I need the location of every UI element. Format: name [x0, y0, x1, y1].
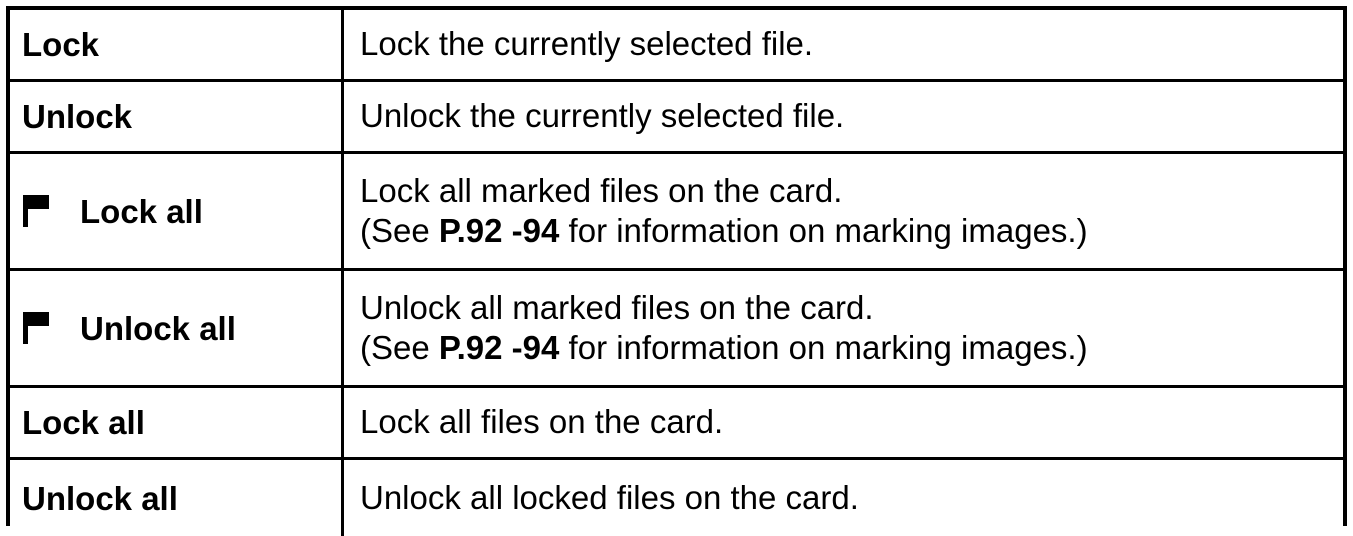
reference-suffix: for information on marking images.): [559, 329, 1088, 366]
table-row-unlock: Unlock Unlock the currently selected fil…: [10, 82, 1343, 154]
description-line: Lock all files on the card.: [360, 403, 724, 441]
option-label-text: Unlock all: [80, 309, 236, 347]
table-row-lock: Lock Lock the currently selected file.: [10, 10, 1343, 82]
option-description-unlock: Unlock the currently selected file.: [344, 82, 1343, 151]
description-reference-line: (See P.92 -94 for information on marking…: [360, 328, 1343, 368]
table-row-lock-all: Lock all Lock all files on the card.: [10, 388, 1343, 460]
reference-prefix: (See: [360, 329, 439, 366]
option-description-lock-all: Lock all files on the card.: [344, 388, 1343, 457]
option-description-unlock-all: Unlock all locked files on the card.: [344, 460, 1343, 536]
description-reference-line: (See P.92 -94 for information on marking…: [360, 211, 1343, 251]
table-row-unlock-all: Unlock all Unlock all locked files on th…: [10, 460, 1343, 536]
page-reference: P.92 -94: [438, 329, 560, 366]
option-label-lock-all-marked: Lock all: [10, 154, 344, 268]
description-line: Unlock the currently selected file.: [360, 97, 845, 135]
option-label-lock-all: Lock all: [10, 388, 344, 457]
table-row-unlock-all-marked: Unlock all Unlock all marked files on th…: [10, 271, 1343, 388]
lock-options-table: Lock Lock the currently selected file. U…: [6, 6, 1347, 536]
flag-icon: [23, 312, 49, 344]
option-description-lock: Lock the currently selected file.: [344, 10, 1343, 79]
option-label-text: Lock all: [80, 192, 203, 230]
description-line: Unlock all marked files on the card.: [360, 288, 874, 326]
option-label-unlock: Unlock: [10, 82, 344, 151]
description-line: Lock the currently selected file.: [360, 25, 814, 63]
option-label-unlock-all: Unlock all: [10, 460, 344, 536]
page-reference: P.92 -94: [438, 212, 560, 249]
reference-suffix: for information on marking images.): [559, 212, 1088, 249]
option-label-unlock-all-marked: Unlock all: [10, 271, 344, 385]
description-line: Lock all marked files on the card.: [360, 171, 843, 209]
option-label-lock: Lock: [10, 10, 344, 79]
reference-prefix: (See: [360, 212, 439, 249]
flag-icon: [23, 195, 49, 227]
table-row-lock-all-marked: Lock all Lock all marked files on the ca…: [10, 154, 1343, 271]
option-description-lock-all-marked: Lock all marked files on the card. (See …: [344, 154, 1343, 268]
option-description-unlock-all-marked: Unlock all marked files on the card. (Se…: [344, 271, 1343, 385]
description-line: Unlock all locked files on the card.: [360, 478, 859, 516]
